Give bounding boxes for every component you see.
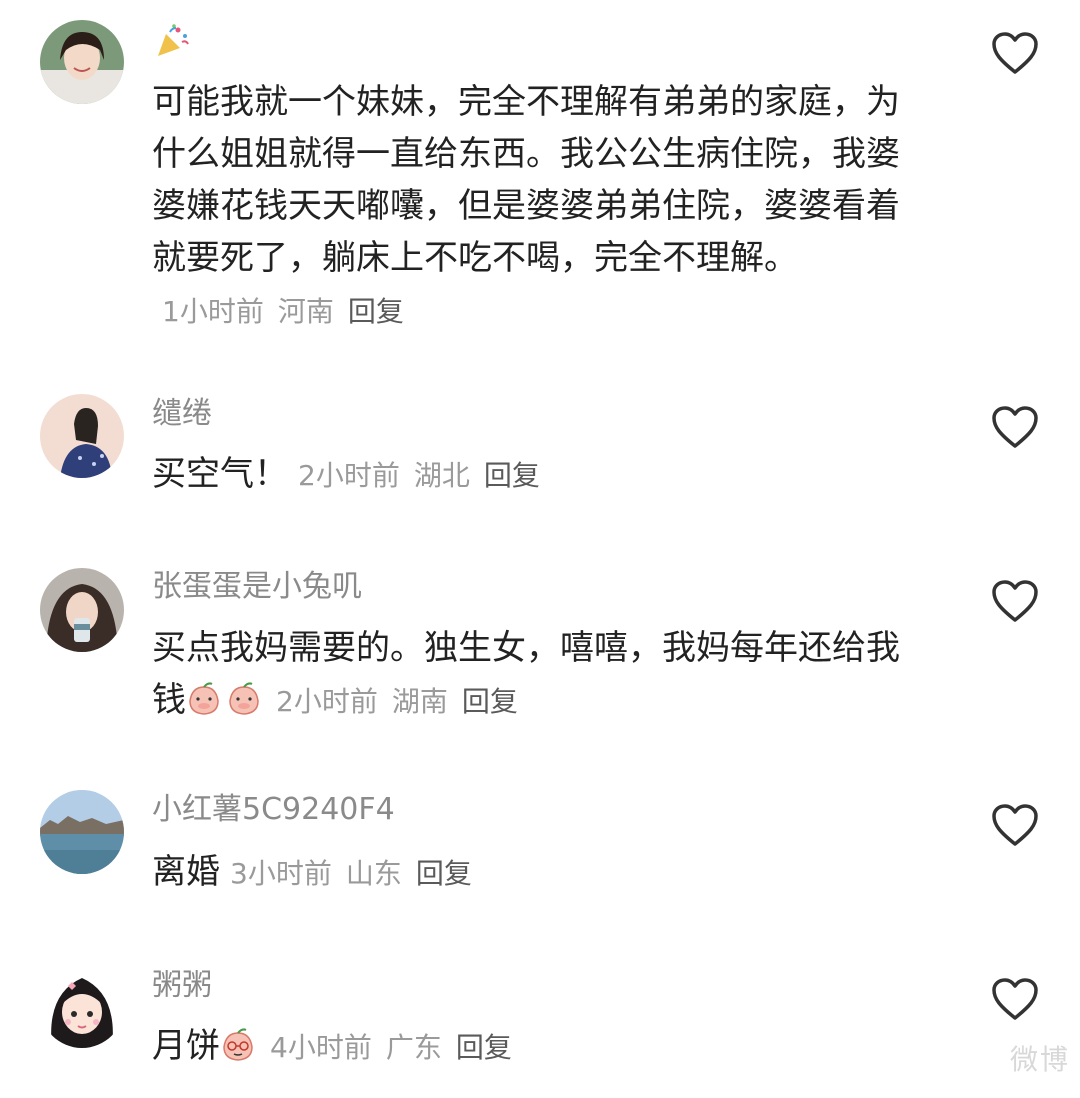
reply-button[interactable]: 回复 [462, 685, 518, 718]
like-button[interactable] [990, 30, 1040, 76]
comment-meta: 2小时前 湖北 回复 [298, 459, 540, 492]
comment-content: 可能我就一个妹妹，完全不理解有弟弟的家庭，为什么姐姐就得一直给东西。我公公生病住… [152, 82, 900, 278]
avatar[interactable] [40, 20, 124, 104]
comment-location: 河南 [277, 295, 334, 328]
username[interactable]: 小红薯5C9240F4 [152, 792, 395, 828]
username[interactable]: 缱绻 [152, 396, 212, 432]
comment-time: 1小时前 [162, 295, 264, 328]
comment-text: 买空气！ 2小时前 湖北 回复 [152, 448, 932, 502]
reply-button[interactable]: 回复 [416, 857, 472, 890]
comment-location: 湖北 [413, 459, 470, 492]
comment-meta: 3小时前 山东 回复 [230, 857, 472, 890]
comment-content: 买点我妈需要的。独生女，嘻嘻，我妈每年还给我钱 [152, 628, 900, 720]
comment-location: 山东 [345, 857, 402, 890]
comment-time: 4小时前 [270, 1031, 372, 1064]
like-button[interactable] [990, 976, 1040, 1022]
reply-button[interactable]: 回复 [348, 295, 404, 328]
reply-button[interactable]: 回复 [484, 459, 540, 492]
user-badge [152, 22, 192, 71]
comment-location: 广东 [385, 1031, 442, 1064]
comment-content: 月饼 [152, 1026, 220, 1066]
like-button[interactable] [990, 578, 1040, 624]
comment-meta: 4小时前 广东 回复 [270, 1031, 512, 1064]
comment-text: 月饼 4小时前 广东 回复 [152, 1020, 932, 1074]
heart-outline-icon [992, 32, 1038, 74]
username[interactable]: 张蛋蛋是小兔叽 [152, 569, 362, 605]
comment-text: 可能我就一个妹妹，完全不理解有弟弟的家庭，为什么姐姐就得一直给东西。我公公生病住… [152, 76, 932, 338]
comment-content: 买空气！ [152, 454, 288, 494]
party-popper-icon [158, 24, 189, 56]
comment-meta: 2小时前 湖南 回复 [276, 685, 518, 718]
comment-time: 3小时前 [230, 857, 332, 890]
heart-outline-icon [992, 804, 1038, 846]
like-button[interactable] [990, 404, 1040, 450]
comment-time: 2小时前 [276, 685, 378, 718]
comment-meta: 1小时前 河南 回复 [162, 295, 404, 328]
avatar[interactable] [40, 568, 124, 652]
comment-text: 买点我妈需要的。独生女，嘻嘻，我妈每年还给我钱 2小时前 湖南 回复 [152, 622, 932, 728]
heart-outline-icon [992, 978, 1038, 1020]
like-button[interactable] [990, 802, 1040, 848]
comment-location: 湖南 [391, 685, 448, 718]
comment-content: 离婚 [152, 852, 220, 892]
heart-outline-icon [992, 406, 1038, 448]
heart-outline-icon [992, 580, 1038, 622]
comment-text: 离婚 3小时前 山东 回复 [152, 846, 932, 900]
watermark: 微博 [1009, 1043, 1070, 1076]
peach-shy-emoji [189, 682, 219, 715]
avatar[interactable] [40, 964, 124, 1048]
avatar[interactable] [40, 394, 124, 478]
peach-shy-emoji [229, 682, 259, 715]
peach-glasses-emoji [223, 1028, 253, 1061]
username[interactable]: 粥粥 [152, 968, 212, 1004]
reply-button[interactable]: 回复 [456, 1031, 512, 1064]
comment-time: 2小时前 [298, 459, 400, 492]
avatar[interactable] [40, 790, 124, 874]
